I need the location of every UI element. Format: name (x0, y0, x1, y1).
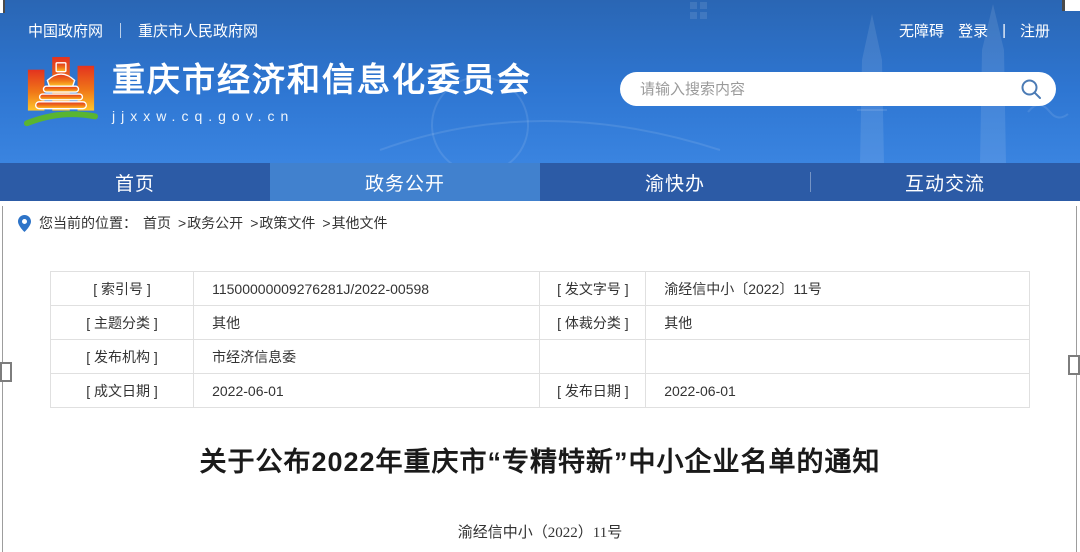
breadcrumb-other-files[interactable]: 其他文件 (332, 213, 388, 233)
table-row: [ 发布机构 ] 市经济信息委 (51, 340, 1030, 374)
selection-handle-left (0, 362, 12, 382)
meta-label-topic-class: [ 主题分类 ] (51, 306, 194, 340)
corner-notch (1062, 0, 1080, 11)
meta-label-index-no: [ 索引号 ] (51, 272, 194, 306)
site-domain: jjxxw.cq.gov.cn (112, 108, 532, 124)
site-header: 中国政府网 ｜ 重庆市人民政府网 无障碍 登录 | 注册 (0, 0, 1080, 163)
table-row: [ 主题分类 ] 其他 [ 体裁分类 ] 其他 (51, 306, 1030, 340)
meta-label-publish-date: [ 发布日期 ] (540, 374, 646, 408)
search-input[interactable] (638, 80, 1020, 99)
meta-value-topic-class: 其他 (194, 306, 540, 340)
site-title: 重庆市经济和信息化委员会 (112, 60, 532, 100)
meta-value-written-date: 2022-06-01 (194, 374, 540, 408)
meta-value-genre-class: 其他 (646, 306, 1030, 340)
nav-tab-gov-affairs[interactable]: 政务公开 (270, 163, 540, 201)
meta-value-publish-date: 2022-06-01 (646, 374, 1030, 408)
selection-handle-right (1068, 355, 1080, 375)
search-icon[interactable] (1020, 78, 1042, 100)
meta-value-index-no: 11500000009276281J/2022-00598 (194, 272, 540, 306)
link-china-gov[interactable]: 中国政府网 (28, 20, 103, 41)
article-title: 关于公布2022年重庆市“专精特新”中小企业名单的通知 (0, 440, 1080, 479)
table-row: [ 成文日期 ] 2022-06-01 [ 发布日期 ] 2022-06-01 (51, 374, 1030, 408)
breadcrumb-separator: > (250, 215, 258, 231)
meta-value-empty (646, 340, 1030, 374)
search-bar (620, 72, 1056, 106)
breadcrumb-policy-files[interactable]: 政策文件 (259, 213, 315, 233)
page: 中国政府网 ｜ 重庆市人民政府网 无障碍 登录 | 注册 (0, 0, 1080, 552)
meta-value-issuing-org: 市经济信息委 (194, 340, 540, 374)
table-row: [ 索引号 ] 11500000009276281J/2022-00598 [ … (51, 272, 1030, 306)
meta-label-empty (540, 340, 646, 374)
nav-tab-home[interactable]: 首页 (0, 163, 270, 201)
government-links: 中国政府网 ｜ 重庆市人民政府网 (28, 20, 258, 41)
meta-value-doc-symbol: 渝经信中小〔2022〕11号 (646, 272, 1030, 306)
meta-label-doc-symbol: [ 发文字号 ] (540, 272, 646, 306)
site-brand[interactable]: 重庆市经济和信息化委员会 jjxxw.cq.gov.cn (112, 60, 532, 124)
auditorium-emblem-icon[interactable] (24, 54, 98, 141)
main-nav: 首页 政务公开 渝快办 互动交流 (0, 163, 1080, 201)
breadcrumb: 您当前的位置： 首页 > 政务公开 > 政策文件 > 其他文件 (0, 201, 1080, 245)
breadcrumb-gov-affairs[interactable]: 政务公开 (187, 213, 243, 233)
topbar-divider: ｜ (113, 20, 128, 41)
nav-tab-yukuaiban[interactable]: 渝快办 (540, 163, 810, 201)
user-links: 无障碍 登录 | 注册 (899, 20, 1050, 41)
document-number: 渝经信中小（2022）11号 (0, 521, 1080, 542)
page-edge-line-right (1076, 206, 1077, 552)
location-pin-icon (18, 215, 31, 232)
auth-divider: | (1002, 22, 1006, 39)
breadcrumb-prefix: 您当前的位置： (39, 213, 137, 233)
link-chongqing-gov[interactable]: 重庆市人民政府网 (138, 20, 258, 41)
meta-label-genre-class: [ 体裁分类 ] (540, 306, 646, 340)
document-meta-table: [ 索引号 ] 11500000009276281J/2022-00598 [ … (50, 271, 1030, 408)
breadcrumb-separator: > (178, 215, 186, 231)
breadcrumb-separator: > (322, 215, 330, 231)
login-link[interactable]: 登录 (958, 20, 988, 41)
nav-tab-interaction[interactable]: 互动交流 (810, 163, 1080, 201)
corner-tick (0, 0, 5, 13)
register-link[interactable]: 注册 (1020, 20, 1050, 41)
accessibility-link[interactable]: 无障碍 (899, 20, 944, 41)
meta-label-issuing-org: [ 发布机构 ] (51, 340, 194, 374)
breadcrumb-home[interactable]: 首页 (143, 213, 171, 233)
meta-label-written-date: [ 成文日期 ] (51, 374, 194, 408)
